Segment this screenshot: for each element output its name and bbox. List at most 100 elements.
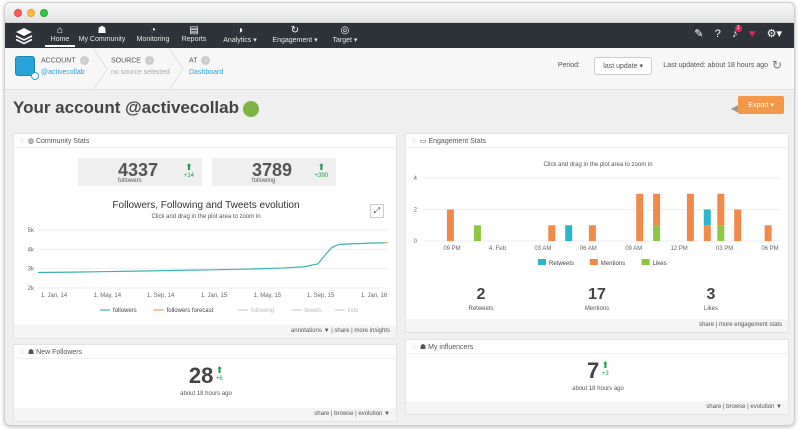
legend-swatch	[538, 259, 546, 265]
drag-handle-icon[interactable]: ⁞⁞	[20, 349, 24, 356]
heart-icon[interactable]: ♥	[749, 28, 756, 40]
bar-mentions[interactable]	[764, 225, 772, 241]
engagement-icon: ↻	[290, 25, 300, 36]
bar-mentions[interactable]	[686, 193, 694, 241]
x-tick-label: 1. Sep, 15	[307, 293, 335, 299]
drag-handle-icon[interactable]: ⁞⁞	[412, 138, 416, 145]
x-tick-label: 12 PM	[670, 246, 687, 252]
y-tick-label: 5k	[28, 228, 35, 234]
engagement-bar-chart[interactable]: 0 2 4 09 PM 4. Feb 03 AM 06 AM 09 AM 12 PM 03 PM 0…	[406, 172, 790, 272]
x-tick-label: 03 AM	[534, 246, 551, 252]
arrow-up-icon: ⬆	[317, 162, 326, 172]
bar-retweets[interactable]	[703, 209, 711, 226]
remove-account-button[interactable]: -	[79, 56, 89, 65]
nav-reports[interactable]: ▤ Reports	[177, 25, 211, 47]
export-button[interactable]: Export ▾	[738, 96, 784, 114]
bar-mentions[interactable]	[653, 193, 661, 226]
nav-my-community[interactable]: ☗ My Community	[77, 25, 127, 47]
x-tick-label: 06 PM	[761, 246, 778, 252]
mentions-kpi: 17 Mentions	[584, 286, 610, 312]
legend-item[interactable]: followers	[113, 308, 137, 314]
crumb-source[interactable]: SOURCE - no source selected	[111, 56, 170, 76]
influencers-delta: ⬆ +3	[601, 360, 610, 377]
legend-item[interactable]: followers forecast	[167, 308, 214, 314]
bar-likes[interactable]	[473, 225, 481, 241]
app-logo-icon[interactable]	[15, 27, 33, 45]
legend-item[interactable]: following	[251, 308, 274, 314]
panel-footer[interactable]: share | more engagement stats	[406, 319, 788, 332]
pen-icon[interactable]: ✎	[694, 27, 703, 40]
arrow-up-icon: ⬆	[185, 162, 193, 172]
x-tick-label: 1. Sep, 14	[147, 293, 175, 299]
period-label: Period:	[557, 62, 580, 69]
y-tick-label: 4	[414, 176, 418, 182]
bar-mentions[interactable]	[717, 193, 725, 226]
legend-item[interactable]: tweets	[304, 308, 321, 314]
bar-mentions[interactable]	[734, 209, 742, 242]
legend-swatch	[589, 259, 598, 265]
remove-source-button[interactable]: -	[144, 56, 154, 65]
help-icon[interactable]: ?	[715, 28, 721, 40]
bar-mentions[interactable]	[588, 225, 596, 241]
x-tick-label: 03 PM	[716, 246, 733, 252]
maximize-window-button[interactable]	[40, 9, 48, 17]
influencers-panel: ⁞⁞ ☗ My influencers 7 ⬆ +3 about 18 hours …	[405, 339, 789, 415]
following-stat: 3789 following ⬆ +390	[212, 158, 336, 186]
x-tick-label: 09 AM	[625, 246, 642, 252]
bar-mentions[interactable]	[636, 193, 644, 241]
panel-footer[interactable]: share | browse | evolution ▼	[406, 401, 788, 414]
bar-mentions[interactable]	[703, 225, 711, 241]
influencers-icon: ☗	[419, 344, 427, 351]
notification-badge: 1	[734, 25, 742, 32]
globe-icon: ◍	[27, 138, 34, 145]
legend-item[interactable]: Likes	[653, 261, 667, 267]
chart-subtitle: Click and drag in the plot area to zoom …	[151, 214, 261, 220]
arrow-up-icon: ⬆	[601, 360, 610, 370]
bar-retweets[interactable]	[565, 225, 573, 241]
y-tick-label: 0	[414, 239, 418, 245]
followers-stat: 4337 followers ⬆ +14	[78, 158, 202, 186]
series-line-followers[interactable]	[37, 242, 385, 274]
community-stats-panel: ⁞⁞ ◍ Community Stats 4337 followers ⬆ +14 …	[13, 133, 397, 339]
drag-handle-icon[interactable]: ⁞⁞	[20, 138, 24, 145]
retweets-kpi: 2 Retweets	[468, 286, 494, 312]
bar-likes[interactable]	[717, 225, 725, 241]
likes-kpi: 3 Likes	[703, 286, 718, 312]
breadcrumb-separator	[92, 48, 108, 90]
remove-at-button[interactable]: -	[201, 56, 211, 65]
nav-engagement[interactable]: ↻ Engagement ▾	[269, 25, 321, 47]
crumb-account[interactable]: ACCOUNT - @activecollab	[41, 56, 89, 76]
period-select[interactable]: last update ▾	[590, 57, 652, 75]
nav-monitoring[interactable]: ◔ Monitoring	[133, 25, 173, 47]
followers-line-chart[interactable]: 2k 3k 4k 5k 1. Jan, 14 1. May, 14 1. Sep, 14 1.…	[14, 222, 398, 317]
chart-subtitle: Click and drag in the plot area to zoom …	[543, 162, 653, 168]
x-tick-label: 1. May, 14	[94, 293, 122, 299]
panel-header: ⁞⁞ ▭ Engagement Stats	[406, 134, 788, 148]
top-navbar: ⌂ Home ☗ My Community ◔ Monitoring ▤ Rep…	[5, 23, 794, 48]
drag-handle-icon[interactable]: ⁞⁞	[412, 344, 416, 351]
nav-target[interactable]: ◎ Target ▾	[327, 25, 363, 47]
expand-chart-icon[interactable]: ⤢	[370, 204, 384, 218]
legend-item[interactable]: lists	[348, 308, 358, 314]
new-followers-icon: ☗	[27, 349, 35, 356]
close-window-button[interactable]	[14, 9, 22, 17]
legend-item[interactable]: Retweets	[549, 261, 574, 267]
gear-icon[interactable]: ⚙▾	[767, 27, 782, 40]
bar-mentions[interactable]	[446, 209, 454, 242]
nav-home[interactable]: ⌂ Home	[45, 25, 75, 47]
legend-item[interactable]: Mentions	[601, 261, 625, 267]
minimize-window-button[interactable]	[27, 9, 35, 17]
bell-icon[interactable]: ♪ 1	[732, 25, 742, 40]
panel-footer[interactable]: share | browse | evolution ▼	[14, 408, 396, 421]
caret-down-icon: ▾	[639, 63, 643, 70]
refresh-icon[interactable]: ↻	[772, 58, 782, 72]
crumb-at[interactable]: AT - Dashboard	[189, 56, 223, 76]
y-tick-label: 4k	[28, 247, 35, 253]
bar-mentions[interactable]	[548, 225, 556, 241]
nav-analytics[interactable]: ◑ Analytics ▾	[217, 25, 263, 47]
bar-likes[interactable]	[653, 225, 661, 241]
panel-footer[interactable]: annotations ▼ | share | more insights	[14, 325, 396, 338]
context-breadcrumb-bar: ACCOUNT - @activecollab SOURCE - no source…	[5, 48, 794, 90]
target-icon: ◎	[340, 25, 350, 36]
analytics-icon: ◑	[236, 25, 244, 36]
